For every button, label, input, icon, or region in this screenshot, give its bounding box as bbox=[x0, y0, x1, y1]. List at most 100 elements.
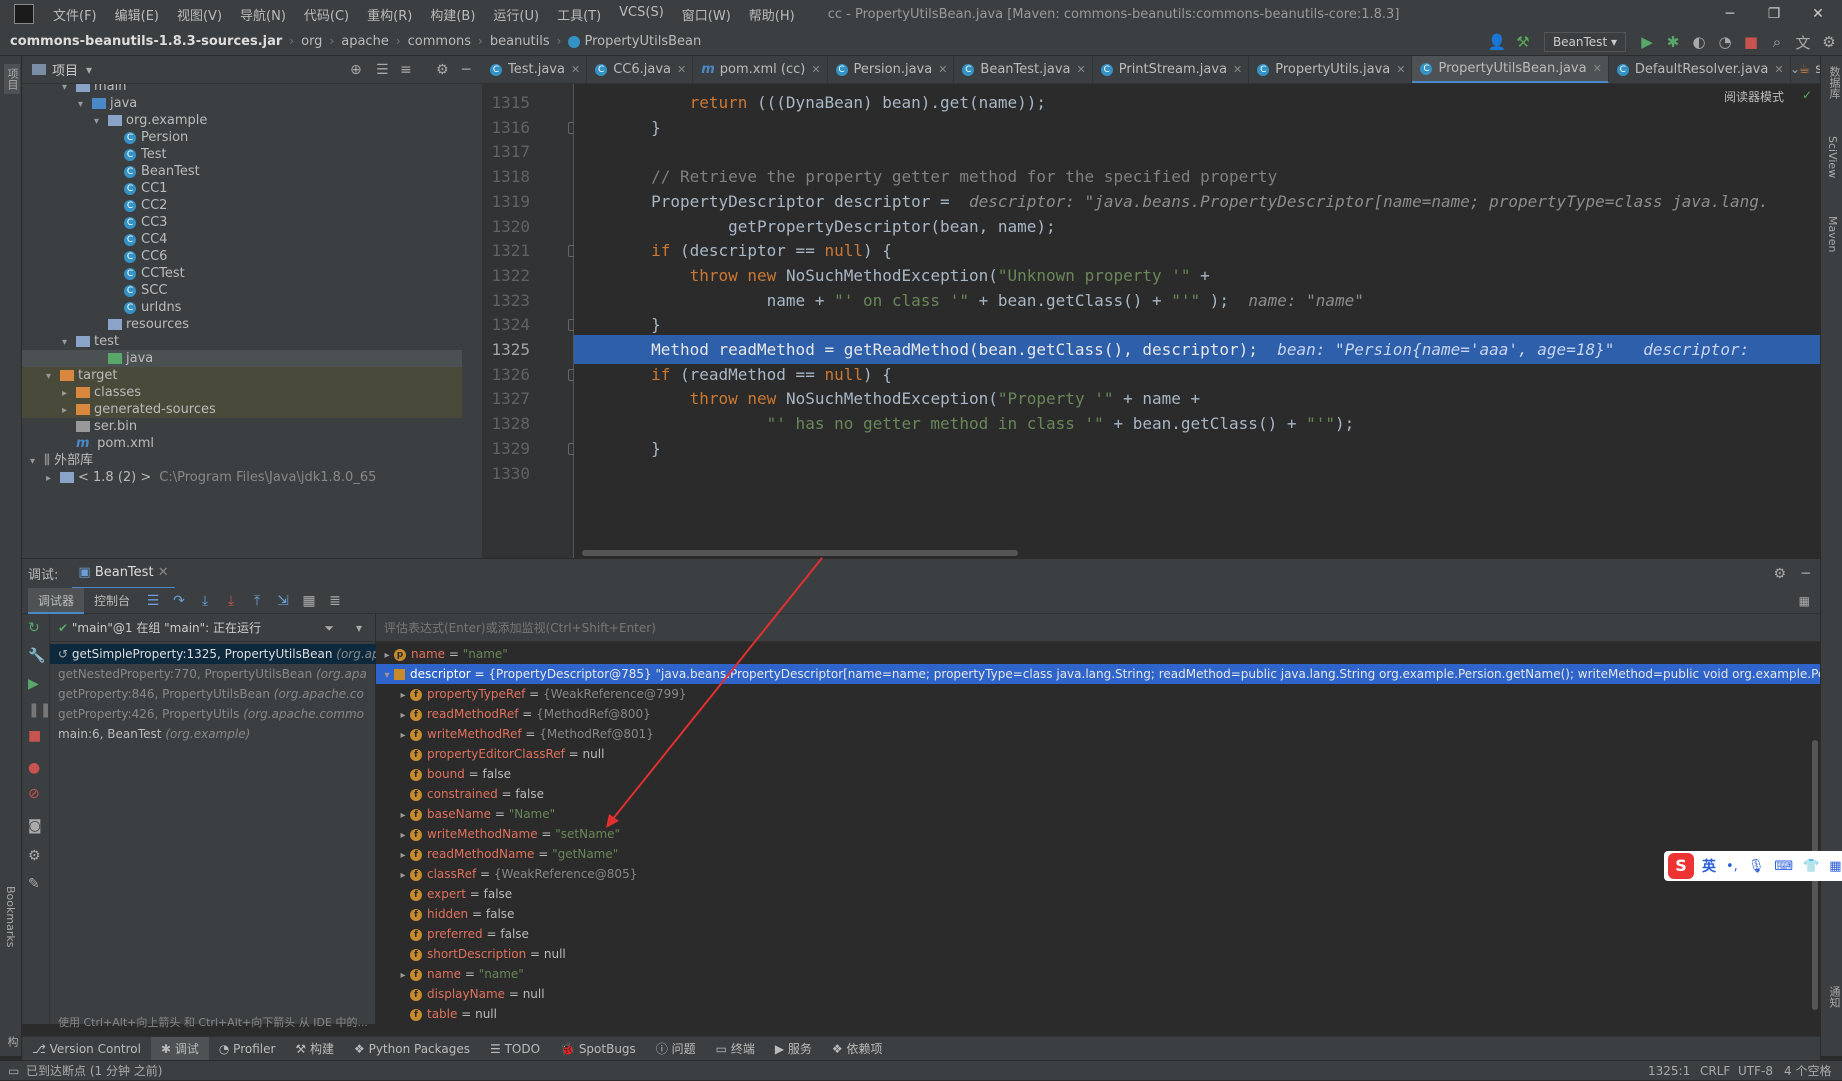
search-icon[interactable]: ⌕ bbox=[1764, 33, 1790, 51]
tree-item[interactable]: C Test bbox=[22, 146, 462, 163]
panel-settings-icon[interactable]: ⚙ bbox=[436, 62, 449, 78]
profile-icon[interactable]: ◔ bbox=[1712, 33, 1738, 51]
tab-close-icon[interactable]: ✕ bbox=[677, 56, 686, 83]
variable-row[interactable]: ▸ f readMethodRef = {MethodRef@800} bbox=[376, 704, 1820, 724]
breadcrumb-item[interactable]: commons bbox=[408, 34, 471, 49]
variable-row[interactable]: f shortDescription = null bbox=[376, 944, 1820, 964]
tree-item[interactable]: ▾ target bbox=[22, 367, 462, 384]
bottom-tool-tab[interactable]: ❖ Python Packages bbox=[344, 1037, 480, 1061]
collapse-all-icon[interactable]: ≡ bbox=[400, 62, 412, 78]
expand-icon[interactable]: ▸ bbox=[396, 966, 410, 984]
editor-tab[interactable]: C BeanTest.java ✕ bbox=[954, 56, 1093, 83]
debug-icon[interactable]: ✱ bbox=[1660, 33, 1686, 51]
notifications-tool-label[interactable]: 通知 bbox=[1826, 986, 1842, 1008]
breadcrumb-item[interactable]: beanutils bbox=[490, 34, 550, 49]
camera-icon[interactable]: ◙ bbox=[28, 818, 42, 834]
tree-expand-icon[interactable]: ▾ bbox=[78, 96, 92, 113]
editor-horizontal-scrollbar[interactable] bbox=[582, 550, 1018, 556]
skin-icon[interactable]: 👕 bbox=[1803, 859, 1819, 874]
tab-close-icon[interactable]: ✕ bbox=[1593, 56, 1602, 83]
user-icon[interactable]: 👤 bbox=[1484, 33, 1510, 51]
editor-tab[interactable]: C PropertyUtilsBean.java ✕ bbox=[1412, 56, 1609, 83]
microphone-icon[interactable]: 🎙 bbox=[1748, 859, 1765, 874]
bottom-tool-tab[interactable]: ❖ 依赖项 bbox=[822, 1037, 893, 1061]
tree-item[interactable]: java bbox=[22, 350, 462, 367]
build-hammer-icon[interactable]: ⚒ bbox=[1510, 33, 1536, 51]
database-tool-label[interactable]: 数据库 bbox=[1826, 66, 1842, 99]
bottom-tool-tab[interactable]: ☰ TODO bbox=[480, 1037, 550, 1061]
restore-icon[interactable]: ❐ bbox=[1752, 0, 1796, 28]
menu-item[interactable]: 重构(R) bbox=[358, 5, 421, 24]
tree-expand-icon[interactable]: ▸ bbox=[46, 470, 60, 487]
ime-language[interactable]: 英 bbox=[1702, 856, 1716, 876]
maven-tool-label[interactable]: Maven bbox=[1826, 216, 1839, 252]
debug-settings-icon[interactable]: ⚙ bbox=[1773, 566, 1786, 582]
restore-layout-icon[interactable]: ▦ bbox=[1799, 594, 1810, 608]
variable-row[interactable]: f bound = false bbox=[376, 764, 1820, 784]
bottom-tool-tab[interactable]: ⓘ 问题 bbox=[646, 1037, 706, 1061]
tree-item[interactable]: C BeanTest bbox=[22, 163, 462, 180]
variable-row[interactable]: ▸ p name = "name" bbox=[376, 644, 1820, 664]
bottom-tool-tab[interactable]: ◔ Profiler bbox=[209, 1037, 286, 1061]
tab-close-icon[interactable]: ✕ bbox=[938, 56, 947, 83]
bottom-tool-tab[interactable]: ▭ 终端 bbox=[706, 1037, 765, 1061]
run-configuration-select[interactable]: BeanTest ▾ bbox=[1543, 32, 1626, 52]
tree-item[interactable]: C CC3 bbox=[22, 214, 462, 231]
variable-row[interactable]: f expert = false bbox=[376, 884, 1820, 904]
tree-item[interactable]: ▾ test bbox=[22, 333, 462, 350]
sciview-tool-label[interactable]: SciView bbox=[1826, 136, 1839, 178]
apps-grid-icon[interactable]: ▦ bbox=[1829, 859, 1841, 874]
stop-icon[interactable]: ■ bbox=[1738, 33, 1764, 51]
expand-icon[interactable]: ▸ bbox=[396, 826, 410, 844]
stack-frame[interactable]: main:6, BeanTest (org.example) bbox=[50, 724, 376, 744]
tree-item[interactable]: ▾ ⫼ 外部库 bbox=[22, 452, 462, 469]
tree-item[interactable]: ▸ generated-sources bbox=[22, 401, 462, 418]
rerun-icon[interactable]: ↻ bbox=[28, 620, 40, 636]
bottom-tool-tab[interactable]: ⚒ 构建 bbox=[285, 1037, 344, 1061]
debug-hide-icon[interactable]: ─ bbox=[1802, 566, 1810, 582]
breadcrumb-item[interactable]: apache bbox=[341, 34, 389, 49]
expand-icon[interactable]: ▸ bbox=[396, 866, 410, 884]
chevron-down-icon[interactable]: ▾ bbox=[86, 63, 92, 77]
expand-all-icon[interactable]: ☰ bbox=[376, 62, 389, 78]
resume-icon[interactable]: ▶ bbox=[28, 676, 39, 692]
tree-item[interactable]: C SCC bbox=[22, 282, 462, 299]
file-encoding[interactable]: UTF-8 bbox=[1738, 1061, 1773, 1081]
variable-row[interactable]: ▸ f readMethodName = "getName" bbox=[376, 844, 1820, 864]
tab-close-icon[interactable]: ✕ bbox=[1396, 56, 1405, 83]
tab-console[interactable]: 控制台 bbox=[84, 588, 140, 614]
keyboard-icon[interactable]: ⌨ bbox=[1774, 859, 1793, 874]
stack-frame[interactable]: ↺ getSimpleProperty:1325, PropertyUtilsB… bbox=[50, 644, 376, 664]
tree-item[interactable]: ▾ main bbox=[22, 84, 462, 95]
expand-icon[interactable]: ▸ bbox=[380, 646, 394, 664]
variable-row[interactable]: ▸ f baseName = "Name" bbox=[376, 804, 1820, 824]
line-separator[interactable]: CRLF bbox=[1700, 1061, 1730, 1081]
tab-close-icon[interactable]: ✕ bbox=[1077, 56, 1086, 83]
caret-position[interactable]: 1325:1 bbox=[1648, 1061, 1690, 1081]
close-icon[interactable]: ✕ bbox=[1796, 0, 1840, 28]
hide-panel-icon[interactable]: ─ bbox=[462, 62, 470, 78]
tree-expand-icon[interactable]: ▾ bbox=[30, 453, 44, 470]
pin-icon[interactable]: ✎ bbox=[28, 876, 40, 892]
thread-selector[interactable]: ✔ "main"@1 在组 "main": 正在运行 ⏷ ▾ bbox=[50, 614, 376, 642]
evaluate-icon[interactable]: ▦ bbox=[296, 593, 322, 609]
tree-item[interactable]: ▸ < 1.8 (2) > C:\Program Files\Java\jdk1.8… bbox=[22, 469, 462, 486]
variable-row[interactable]: f table = null bbox=[376, 1004, 1820, 1024]
bottom-tool-tab[interactable]: ⎇ Version Control bbox=[22, 1037, 151, 1061]
bottom-tool-tab[interactable]: ✱ 调试 bbox=[150, 1036, 209, 1061]
evaluate-expression-input[interactable]: 评估表达式(Enter)或添加监视(Ctrl+Shift+Enter) bbox=[376, 614, 1820, 642]
expand-icon[interactable]: ▾ bbox=[380, 666, 394, 684]
variable-row[interactable]: ▸ f writeMethodName = "setName" bbox=[376, 824, 1820, 844]
tree-item[interactable]: Curldns bbox=[22, 299, 462, 316]
tree-item[interactable]: C CC1 bbox=[22, 180, 462, 197]
bookmarks-tool-label[interactable]: Bookmarks bbox=[4, 886, 17, 947]
tree-expand-icon[interactable]: ▸ bbox=[62, 385, 76, 402]
layout-icon[interactable]: ☰ bbox=[140, 593, 166, 609]
minimize-icon[interactable]: ─ bbox=[1708, 0, 1752, 28]
step-over-icon[interactable]: ↷ bbox=[166, 593, 192, 609]
bottom-tool-tab[interactable]: ▶ 服务 bbox=[765, 1037, 822, 1061]
menu-item[interactable]: 帮助(H) bbox=[740, 5, 804, 24]
expand-icon[interactable]: ▸ bbox=[396, 846, 410, 864]
debug-settings-side-icon[interactable]: ⚙ bbox=[28, 848, 41, 864]
menu-item[interactable]: 视图(V) bbox=[168, 5, 231, 24]
